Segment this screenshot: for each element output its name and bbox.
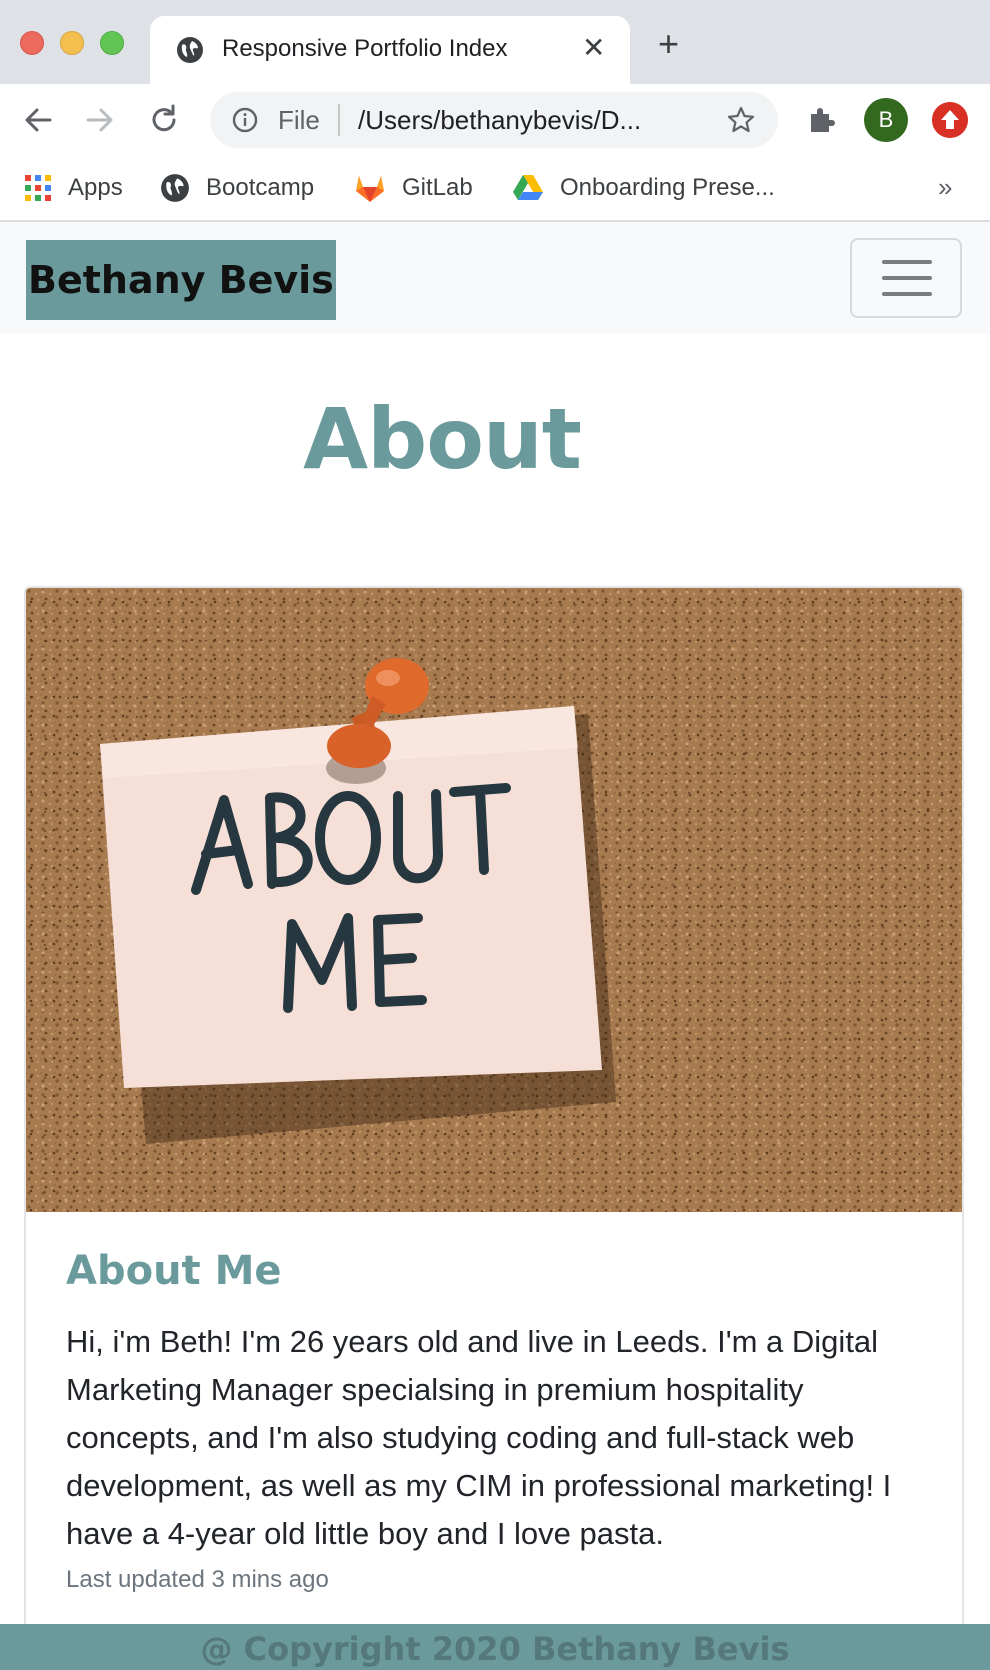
apps-grid-icon [25,175,51,201]
bookmark-label: GitLab [402,174,473,201]
browser-tab-active[interactable]: Responsive Portfolio Index ✕ [150,16,630,84]
update-arrow-icon[interactable] [932,102,968,138]
footer-copyright: @ Copyright 2020 Bethany Bevis [200,1630,790,1668]
extensions-puzzle-icon[interactable] [805,104,837,136]
hamburger-menu-icon [882,260,932,264]
url-scheme-label: File [278,105,320,135]
bookmark-label: Onboarding Prese... [560,174,775,201]
hamburger-menu-icon [882,292,932,296]
window-close-button[interactable] [20,31,44,55]
gitlab-icon [356,176,384,202]
new-tab-button[interactable]: + [658,26,679,62]
page-title: About [303,390,582,488]
info-icon[interactable] [232,107,258,133]
address-separator [338,104,340,136]
back-arrow-icon[interactable] [20,102,56,138]
address-bar[interactable]: File /Users/bethanybevis/D... [210,92,778,148]
tab-title: Responsive Portfolio Index [222,35,508,62]
card-last-updated: Last updated 3 mins ago [66,1566,329,1593]
tab-close-icon[interactable]: ✕ [582,32,605,64]
card-title: About Me [66,1248,282,1294]
bookmarks-bar: Apps Bootcamp GitLab Onboarding Prese...… [0,156,990,222]
page-viewport: Bethany Bevis About About Me Hi, i'm Bet… [0,222,990,1670]
bookmark-apps[interactable]: Apps [24,170,123,206]
bookmark-onboarding[interactable]: Onboarding Prese... [512,170,775,206]
bookmark-label: Apps [68,174,123,201]
google-drive-icon [513,175,543,200]
about-card: About Me Hi, i'm Beth! I'm 26 years old … [24,586,964,1670]
hamburger-menu-icon [882,276,932,280]
window-minimize-button[interactable] [60,31,84,55]
site-navbar: Bethany Bevis [0,222,990,334]
bookmark-star-icon[interactable] [726,105,756,135]
bookmark-bootcamp[interactable]: Bootcamp [160,170,314,206]
globe-icon [161,174,189,202]
forward-arrow-icon[interactable] [82,102,118,138]
globe-icon [177,37,203,63]
navbar-toggler-button[interactable] [850,238,962,318]
profile-avatar[interactable]: B [864,98,908,142]
card-body-text: Hi, i'm Beth! I'm 26 years old and live … [66,1324,892,1551]
reload-icon[interactable] [146,102,182,138]
url-text[interactable]: /Users/bethanybevis/D... [358,105,641,136]
bookmark-gitlab[interactable]: GitLab [354,170,473,206]
browser-toolbar: File /Users/bethanybevis/D... B [0,84,990,156]
bookmark-label: Bootcamp [206,174,315,201]
about-me-image [26,588,962,1212]
bookmarks-overflow-chevron-icon[interactable]: » [938,172,952,203]
window-zoom-button[interactable] [100,31,124,55]
navbar-brand[interactable]: Bethany Bevis [26,240,336,320]
browser-tab-strip: Responsive Portfolio Index ✕ + [0,0,990,84]
site-footer: @ Copyright 2020 Bethany Bevis [0,1624,990,1670]
